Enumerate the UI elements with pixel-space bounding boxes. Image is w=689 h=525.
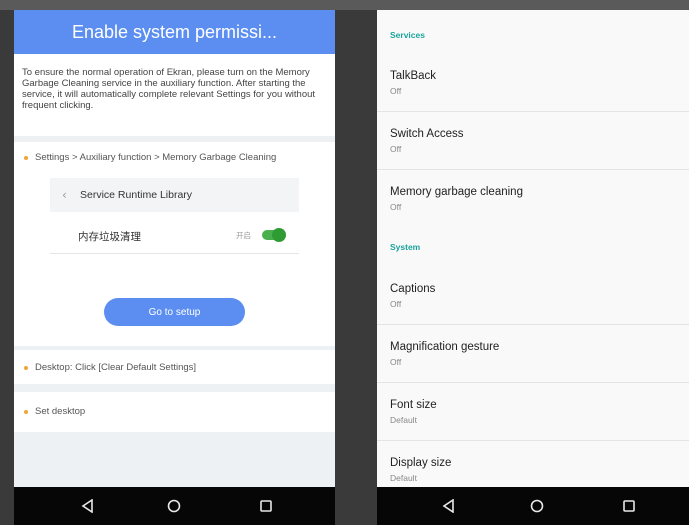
step-set-desktop-label: Set desktop [35,406,86,417]
bullet-icon [24,155,28,160]
memory-clean-toggle[interactable] [262,228,286,242]
step-card-settings: Settings > Auxiliary function > Memory G… [14,142,335,346]
intro-text: To ensure the normal operation of Ekran,… [14,54,335,136]
section-system-header: System [390,242,421,252]
setting-captions[interactable]: Captions Off [377,267,689,325]
page-title: Enable system permissi... [14,10,335,54]
recents-square-icon[interactable] [617,494,641,518]
toggle-state-label: 开启 [236,231,251,240]
setting-memory-garbage-cleaning[interactable]: Memory garbage cleaning Off [377,170,689,228]
setting-title: Display size [390,457,452,469]
home-circle-icon[interactable] [525,494,549,518]
memory-clean-label: 内存垃圾清理 [78,231,141,243]
setting-title: Memory garbage cleaning [390,186,523,198]
go-to-setup-button[interactable]: Go to setup [104,298,245,326]
section-services-header: Services [390,30,425,40]
setting-value: Off [390,202,402,212]
service-runtime-label: Service Runtime Library [80,189,193,201]
chevron-left-icon: ‹ [62,188,67,202]
step-settings-path: Settings > Auxiliary function > Memory G… [14,152,276,163]
setting-title: Font size [390,399,437,411]
back-triangle-icon[interactable] [437,494,461,518]
recents-square-icon[interactable] [254,494,278,518]
setting-font-size[interactable]: Font size Default [377,383,689,441]
setting-magnification-gesture[interactable]: Magnification gesture Off [377,325,689,383]
step-card-desktop: Desktop: Click [Clear Default Settings] [14,350,335,384]
nav-bar-left [14,487,335,525]
bullet-icon [24,365,28,370]
step-desktop-label: Desktop: Click [Clear Default Settings] [35,362,197,373]
back-triangle-icon[interactable] [76,494,100,518]
setting-value: Off [390,86,402,96]
permission-guide-screen: Enable system permissi... To ensure the … [14,10,335,525]
bullet-icon [24,409,28,414]
home-circle-icon[interactable] [162,494,186,518]
setting-value: Off [390,144,402,154]
step-set-desktop: Set desktop [14,406,85,417]
setting-talkback[interactable]: TalkBack Off [377,54,689,112]
accessibility-settings-screen: Services TalkBack Off Switch Access Off … [377,10,689,525]
service-runtime-row[interactable]: ‹ Service Runtime Library [50,178,299,212]
setting-value: Off [390,299,402,309]
step-card-set-desktop: Set desktop [14,392,335,432]
memory-clean-toggle-row[interactable]: 内存垃圾清理 开启 [50,216,299,254]
nav-bar-right [377,487,689,525]
setting-switch-access[interactable]: Switch Access Off [377,112,689,170]
setting-title: TalkBack [390,70,437,82]
top-status-strip [0,0,689,10]
setting-value: Default [390,473,417,483]
step-desktop: Desktop: Click [Clear Default Settings] [14,362,196,373]
setting-title: Magnification gesture [390,341,500,353]
setting-value: Off [390,357,402,367]
step-settings-label: Settings > Auxiliary function > Memory G… [35,152,277,163]
setting-title: Captions [390,283,436,295]
setting-value: Default [390,415,417,425]
setting-title: Switch Access [390,128,464,140]
